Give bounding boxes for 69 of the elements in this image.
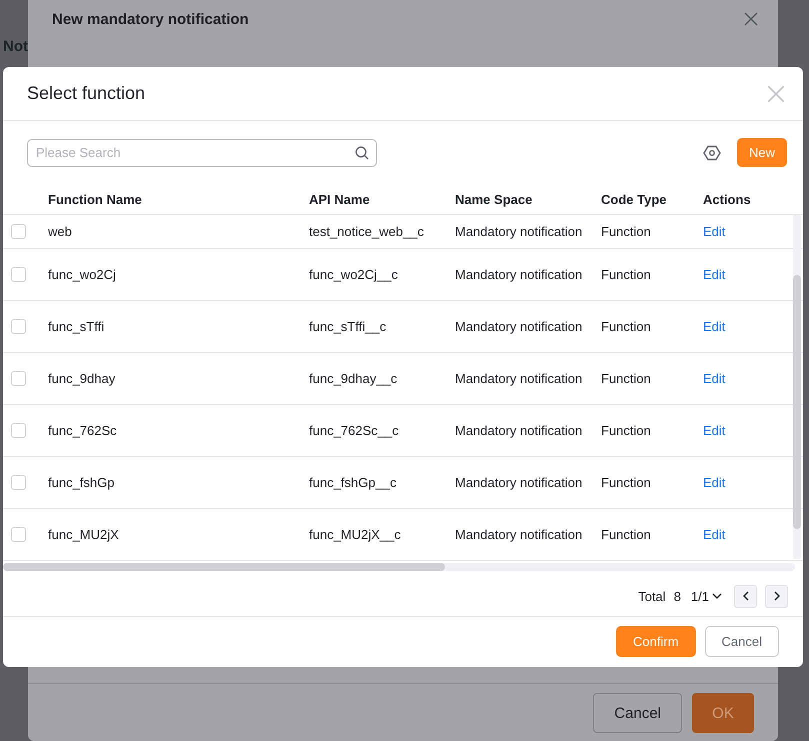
table-cell-text: web: [48, 224, 73, 240]
column-header: Function Name: [48, 190, 143, 209]
dialog-title: New mandatory notification: [52, 11, 249, 28]
settings-icon[interactable]: [702, 144, 721, 162]
search-icon[interactable]: [355, 146, 369, 160]
edit-link[interactable]: Edit: [703, 266, 726, 282]
table-cell-text: Function: [601, 371, 652, 386]
dialog-title: Select function: [27, 83, 146, 104]
table-cell-text: Function: [601, 224, 652, 240]
chevron-left-icon[interactable]: [740, 591, 750, 602]
column-header: Name Space: [455, 190, 534, 209]
table-cell-text: func_wo2Cj__c: [309, 267, 399, 282]
table-cell-text: func_MU2jX__c: [309, 527, 402, 542]
page-selector[interactable]: 1/1: [690, 588, 722, 604]
table-cell-text: Mandatory notification: [455, 319, 584, 334]
row-checkbox[interactable]: [11, 423, 26, 438]
previous-page-button[interactable]: [734, 584, 757, 608]
edit-link[interactable]: Edit: [703, 474, 726, 490]
chevron-down-icon[interactable]: [712, 591, 722, 602]
table-cell-text: Mandatory notification: [455, 267, 584, 282]
row-checkbox[interactable]: [11, 475, 26, 490]
next-page-button[interactable]: [765, 584, 788, 608]
horizontal-scrollbar[interactable]: [3, 563, 795, 572]
chevron-right-icon[interactable]: [772, 591, 782, 602]
cancel-button[interactable]: Cancel: [704, 626, 779, 658]
row-checkbox[interactable]: [11, 527, 26, 542]
table-cell-text: func_sTffi: [48, 319, 106, 334]
table-cell-text: func_MU2jX: [48, 527, 120, 542]
confirm-button[interactable]: Confirm: [616, 626, 696, 658]
table-cell-text: test_notice_web__c: [309, 224, 425, 240]
table-cell-text: Mandatory notification: [455, 423, 584, 438]
row-checkbox[interactable]: [11, 371, 26, 386]
table-cell-text: func_762Sc__c: [309, 423, 400, 438]
table-cell-text: func_wo2Cj: [48, 267, 117, 282]
table-cell-text: Function: [601, 527, 652, 542]
cancel-button[interactable]: Cancel: [593, 693, 682, 733]
table-cell-text: Mandatory notification: [455, 224, 584, 240]
table-cell-text: func_fshGp: [48, 475, 116, 490]
column-header: Actions: [703, 190, 752, 209]
edit-link[interactable]: Edit: [703, 422, 726, 438]
close-icon[interactable]: [744, 12, 758, 26]
row-checkbox[interactable]: [11, 224, 26, 240]
edit-link[interactable]: Edit: [703, 526, 726, 542]
total-count: 8: [674, 588, 681, 604]
table-cell-text: Mandatory notification: [455, 527, 584, 542]
row-checkbox[interactable]: [11, 319, 26, 334]
page-heading: Not: [3, 38, 28, 55]
table-cell-text: Mandatory notification: [455, 371, 584, 386]
total-label: Total: [638, 588, 666, 604]
edit-link[interactable]: Edit: [703, 224, 726, 239]
ok-button[interactable]: OK: [692, 693, 754, 733]
column-header: API Name: [309, 190, 371, 209]
row-checkbox[interactable]: [11, 267, 26, 282]
search-field[interactable]: Please Search: [27, 138, 377, 167]
table-cell-text: func_762Sc: [48, 423, 118, 438]
edit-link[interactable]: Edit: [703, 370, 726, 386]
table-cell-text: Function: [601, 319, 652, 334]
new-button[interactable]: New: [736, 138, 787, 168]
table-cell-text: Mandatory notification: [455, 475, 584, 490]
table-cell-text: func_9dhay__c: [309, 371, 398, 386]
edit-link[interactable]: Edit: [703, 318, 726, 334]
column-header: Code Type: [601, 190, 668, 209]
table-cell-text: Function: [601, 475, 652, 490]
table-cell-text: func_sTffi__c: [309, 319, 388, 334]
table-cell-text: Function: [601, 423, 652, 438]
table-cell-text: Function: [601, 267, 652, 282]
table-cell-text: func_fshGp__c: [309, 475, 398, 490]
table-cell-text: func_9dhay: [48, 371, 116, 386]
vertical-scrollbar[interactable]: [793, 215, 801, 560]
